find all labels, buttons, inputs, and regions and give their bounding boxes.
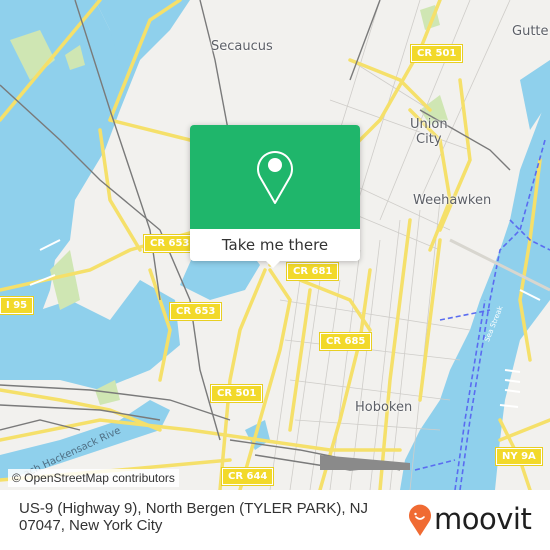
moovit-pin-icon <box>409 504 431 536</box>
address-text: US-9 (Highway 9), North Bergen (TYLER PA… <box>19 500 368 534</box>
place-label-union-city: Union City <box>410 117 448 147</box>
destination-popup[interactable]: Take me there <box>190 125 360 268</box>
road-shield-cr501-south: CR 501 <box>209 384 264 403</box>
place-label-guttenberg: Gutte <box>512 24 549 39</box>
place-label-hoboken: Hoboken <box>355 400 413 415</box>
take-me-there-button[interactable]: Take me there <box>190 229 360 261</box>
map-attribution[interactable]: © OpenStreetMap contributors <box>8 469 179 487</box>
road-shield-cr681: CR 681 <box>285 262 340 281</box>
road-shield-cr501-north: CR 501 <box>409 44 464 63</box>
road-shield-ny9a: NY 9A <box>495 447 543 466</box>
moovit-wordmark: moovit <box>434 502 532 536</box>
moovit-logo[interactable]: moovit <box>408 502 538 539</box>
road-shield-cr644: CR 644 <box>220 467 275 486</box>
rail-yard <box>320 455 410 470</box>
location-pin-icon <box>257 151 293 204</box>
road-shield-cr653-south: CR 653 <box>168 302 223 321</box>
popup-header <box>190 125 360 229</box>
place-label-weehawken: Weehawken <box>413 193 492 208</box>
road-shield-cr653-north: CR 653 <box>142 234 197 253</box>
place-label-secaucus: Secaucus <box>211 39 273 54</box>
road-shield-cr685: CR 685 <box>318 332 373 351</box>
road-shield-i95: I 95 <box>0 296 35 315</box>
popup-pointer <box>265 260 281 268</box>
